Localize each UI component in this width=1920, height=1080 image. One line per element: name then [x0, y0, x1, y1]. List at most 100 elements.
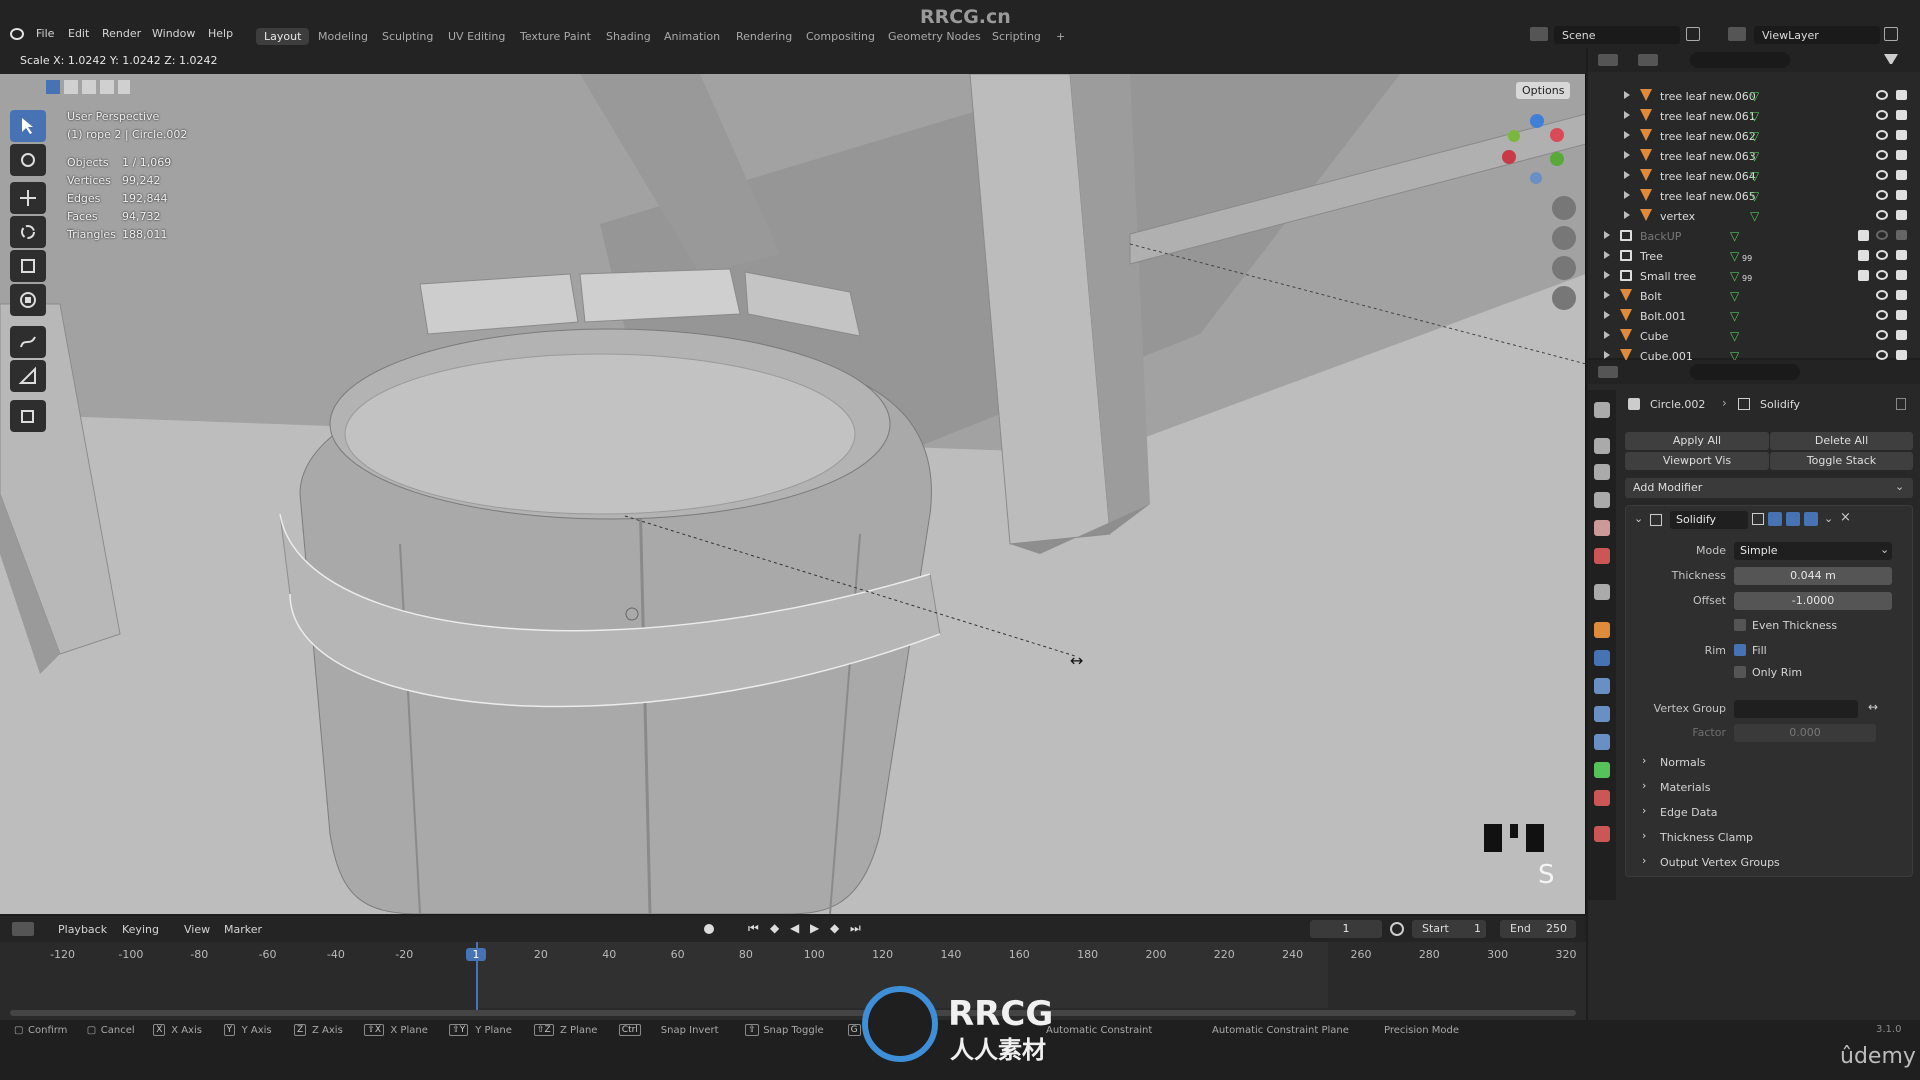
materials-chevron-icon[interactable]: ›: [1642, 779, 1646, 792]
outliner-row[interactable]: tree leaf new.061 ▽: [1588, 106, 1920, 126]
thickness-clamp-chevron-icon[interactable]: ›: [1642, 829, 1646, 842]
zoom-icon[interactable]: [1552, 196, 1576, 220]
outliner-row[interactable]: Cube ▽: [1588, 326, 1920, 346]
texture-tab-icon[interactable]: [1594, 826, 1610, 842]
delete-all-button[interactable]: Delete All: [1770, 432, 1913, 450]
select-box-tool[interactable]: [10, 110, 46, 142]
subpanel-normals[interactable]: Normals: [1660, 756, 1706, 769]
render-camera-icon[interactable]: [1896, 230, 1907, 240]
render-camera-icon[interactable]: [1896, 190, 1907, 200]
pin-icon[interactable]: [1896, 398, 1906, 410]
next-keyframe-icon[interactable]: ◆: [830, 921, 839, 935]
visibility-eye-icon[interactable]: [1876, 330, 1888, 340]
render-camera-icon[interactable]: [1896, 110, 1907, 120]
expand-triangle-icon[interactable]: [1624, 191, 1630, 199]
play-reverse-icon[interactable]: ◀: [790, 921, 799, 935]
tab-geometry-nodes[interactable]: Geometry Nodes: [880, 28, 989, 45]
options-dropdown[interactable]: Options: [1516, 82, 1571, 99]
view-layer-icon[interactable]: [1728, 27, 1746, 41]
tool-tab-icon[interactable]: [1594, 402, 1610, 418]
remove-modifier-close-icon[interactable]: ×: [1840, 510, 1851, 525]
expand-triangle-icon[interactable]: [1604, 271, 1610, 279]
scene-icon[interactable]: [1530, 27, 1548, 41]
render-camera-icon[interactable]: [1896, 290, 1907, 300]
tab-scripting[interactable]: Scripting: [984, 28, 1049, 45]
grid-toggle-icon[interactable]: [1552, 286, 1576, 310]
outliner-editor-icon[interactable]: [1598, 54, 1618, 66]
render-camera-icon[interactable]: [1896, 250, 1907, 260]
expand-triangle-icon[interactable]: [1624, 111, 1630, 119]
viewport-toggle-icon[interactable]: [1786, 512, 1800, 526]
render-camera-icon[interactable]: [1896, 310, 1907, 320]
offset-field[interactable]: -1.0000: [1734, 592, 1892, 610]
outliner-row[interactable]: Tree ▽ 99: [1588, 246, 1920, 266]
menu-view[interactable]: View: [184, 923, 210, 936]
pan-hand-icon[interactable]: [1552, 226, 1576, 250]
menu-file[interactable]: File: [36, 27, 54, 40]
expand-triangle-icon[interactable]: [1604, 351, 1610, 359]
jump-end-icon[interactable]: ⏭: [850, 921, 861, 936]
expand-triangle-icon[interactable]: [1624, 171, 1630, 179]
camera-view-icon[interactable]: [1552, 256, 1576, 280]
subpanel-edge-data[interactable]: Edge Data: [1660, 806, 1717, 819]
visibility-eye-icon[interactable]: [1876, 230, 1888, 240]
stopwatch-icon[interactable]: [1390, 922, 1404, 936]
measure-tool[interactable]: [10, 360, 46, 392]
prev-keyframe-icon[interactable]: ◆: [770, 921, 779, 935]
subpanel-thickness-clamp[interactable]: Thickness Clamp: [1660, 831, 1753, 844]
new-view-layer-icon[interactable]: [1884, 27, 1898, 41]
visibility-eye-icon[interactable]: [1876, 250, 1888, 260]
menu-render[interactable]: Render: [102, 27, 141, 40]
view-layer-name[interactable]: ViewLayer: [1762, 29, 1819, 42]
add-workspace-button[interactable]: +: [1048, 28, 1073, 45]
scale-tool[interactable]: [10, 250, 46, 282]
world-tab-icon[interactable]: [1594, 548, 1610, 564]
collapse-chevron-icon[interactable]: ⌄: [1634, 512, 1643, 525]
modifier-name-field[interactable]: Solidify: [1670, 511, 1748, 529]
subpanel-output-vertex-groups[interactable]: Output Vertex Groups: [1660, 856, 1780, 869]
only-rim-checkbox[interactable]: [1734, 666, 1746, 678]
expand-triangle-icon[interactable]: [1624, 211, 1630, 219]
jump-start-icon[interactable]: ⏮: [748, 921, 759, 936]
expand-triangle-icon[interactable]: [1624, 91, 1630, 99]
menu-marker[interactable]: Marker: [224, 923, 262, 936]
expand-triangle-icon[interactable]: [1624, 131, 1630, 139]
tab-modeling[interactable]: Modeling: [310, 28, 376, 45]
object-tab-icon[interactable]: [1594, 622, 1610, 638]
viewport-vis-button[interactable]: Viewport Vis: [1625, 452, 1769, 470]
outliner-row[interactable]: tree leaf new.065 ▽: [1588, 186, 1920, 206]
tab-sculpting[interactable]: Sculpting: [374, 28, 441, 45]
exclude-checkbox[interactable]: [1858, 270, 1869, 281]
menu-keying[interactable]: Keying: [122, 923, 159, 936]
output-vertex-groups-chevron-icon[interactable]: ›: [1642, 854, 1646, 867]
thickness-field[interactable]: 0.044 m: [1734, 567, 1892, 585]
outliner-row[interactable]: Bolt.001 ▽: [1588, 306, 1920, 326]
timeline-scrollbar[interactable]: [10, 1010, 1576, 1016]
material-tab-icon[interactable]: [1594, 790, 1610, 806]
record-icon[interactable]: [704, 924, 714, 934]
properties-editor-icon[interactable]: [1598, 366, 1618, 378]
select-mode-buttons[interactable]: [46, 80, 130, 94]
collection-tab-icon[interactable]: [1594, 584, 1610, 600]
outliner-row[interactable]: tree leaf new.062 ▽: [1588, 126, 1920, 146]
render-camera-icon[interactable]: [1896, 90, 1907, 100]
transform-tool[interactable]: [10, 284, 46, 316]
on-cage-toggle-icon[interactable]: [1768, 512, 1782, 526]
apply-all-button[interactable]: Apply All: [1625, 432, 1769, 450]
factor-field[interactable]: 0.000: [1734, 724, 1876, 742]
3d-viewport[interactable]: ↔ Options User Perspective (1) rope 2 | …: [0, 74, 1586, 914]
outliner-search-input[interactable]: [1690, 52, 1790, 68]
menu-help[interactable]: Help: [208, 27, 233, 40]
expand-triangle-icon[interactable]: [1604, 291, 1610, 299]
render-camera-icon[interactable]: [1896, 270, 1907, 280]
annotate-tool[interactable]: [10, 326, 46, 358]
rotate-tool[interactable]: [10, 216, 46, 248]
visibility-eye-icon[interactable]: [1876, 290, 1888, 300]
render-camera-icon[interactable]: [1896, 210, 1907, 220]
render-camera-icon[interactable]: [1896, 350, 1907, 360]
view-layer-tab-icon[interactable]: [1594, 492, 1610, 508]
current-frame-field[interactable]: 1: [1310, 920, 1382, 938]
tab-layout[interactable]: Layout: [256, 28, 310, 45]
outliner-row[interactable]: tree leaf new.060 ▽: [1588, 86, 1920, 106]
outliner-row[interactable]: vertex ▽: [1588, 206, 1920, 226]
